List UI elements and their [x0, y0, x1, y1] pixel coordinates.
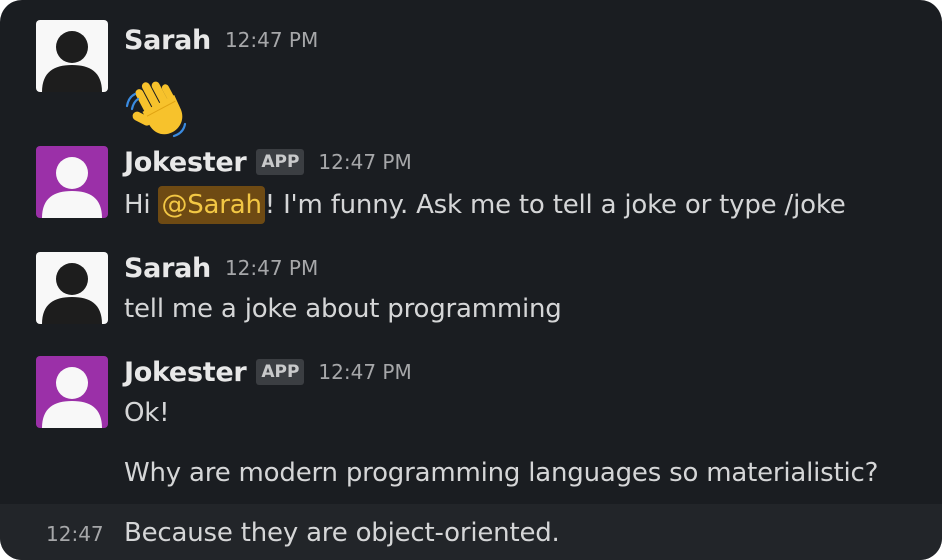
message-text: Hi @Sarah! I'm funny. Ask me to tell a j…: [124, 186, 846, 224]
timestamp[interactable]: 12:47 PM: [318, 360, 411, 384]
timestamp[interactable]: 12:47 PM: [225, 28, 318, 52]
timestamp[interactable]: 12:47 PM: [318, 150, 411, 174]
author-name[interactable]: Jokester: [124, 147, 247, 178]
author-name[interactable]: Sarah: [124, 25, 211, 56]
timestamp[interactable]: 12:47 PM: [225, 256, 318, 280]
author-name[interactable]: Sarah: [124, 253, 211, 284]
avatar[interactable]: [36, 20, 108, 92]
chat-window: Sarah 12:47 PM Jokester APP 12:47 PM Hi …: [0, 0, 942, 560]
app-badge: APP: [256, 359, 305, 385]
message-header: Sarah 12:47 PM: [124, 20, 318, 60]
avatar[interactable]: [36, 146, 108, 218]
message-header: Jokester APP 12:47 PM: [124, 352, 412, 392]
message-text: tell me a joke about programming: [124, 294, 562, 324]
message-header: Jokester APP 12:47 PM: [124, 142, 412, 182]
app-badge: APP: [256, 149, 305, 175]
bot-avatar-icon: [42, 157, 102, 218]
message-text-start: Hi: [124, 190, 159, 220]
message-text: Because they are object-oriented.: [124, 518, 560, 548]
timestamp[interactable]: 12:47: [46, 522, 104, 546]
avatar[interactable]: [36, 252, 108, 324]
user-mention[interactable]: @Sarah: [158, 186, 265, 224]
message-text: Ok!: [124, 398, 170, 428]
user-avatar-icon: [42, 263, 102, 324]
author-name[interactable]: Jokester: [124, 357, 247, 388]
message-header: Sarah 12:47 PM: [124, 248, 318, 288]
waving-hand-icon: [125, 81, 187, 138]
bot-avatar-icon: [42, 367, 102, 428]
message-text-end: ! I'm funny. Ask me to tell a joke or ty…: [264, 190, 846, 220]
message-text: Why are modern programming languages so …: [124, 458, 879, 488]
user-avatar-icon: [42, 31, 102, 92]
message-continuation-row[interactable]: 12:47 Because they are object-oriented.: [0, 504, 942, 560]
avatar[interactable]: [36, 356, 108, 428]
